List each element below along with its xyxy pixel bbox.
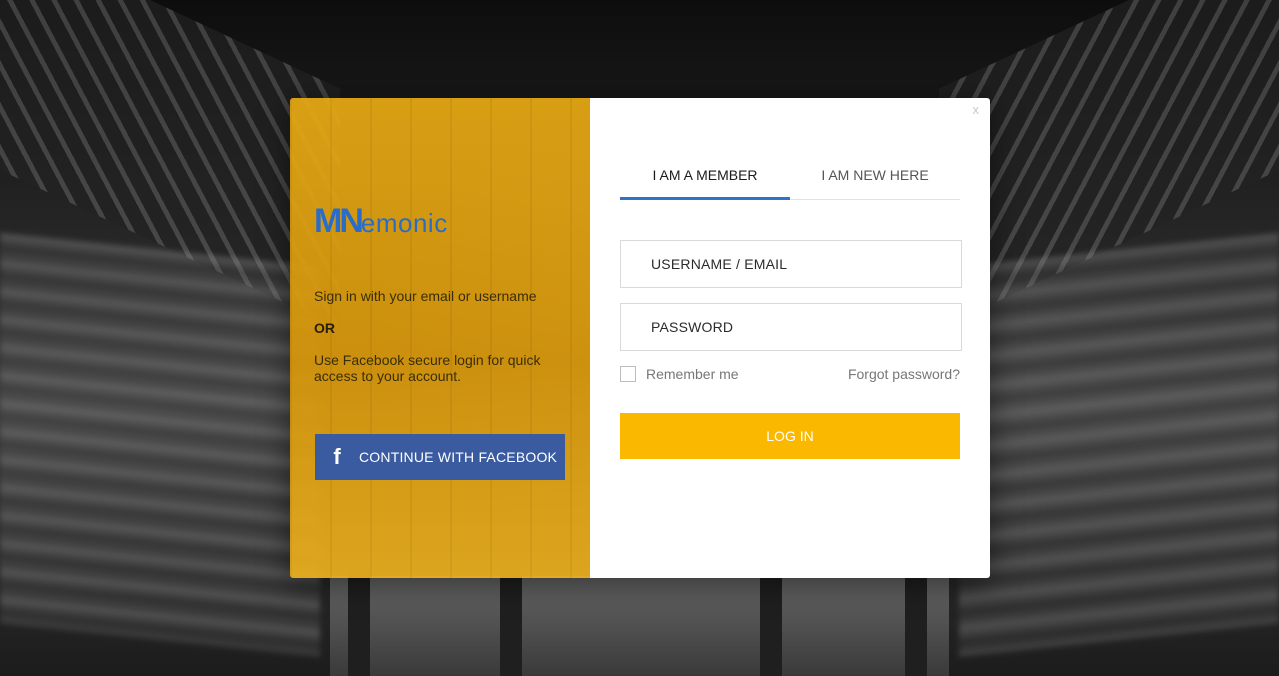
background-pillar — [500, 566, 522, 676]
tab-new-here[interactable]: I AM NEW HERE — [790, 160, 960, 199]
background-train-right — [959, 233, 1279, 657]
forgot-password-link[interactable]: Forgot password? — [848, 366, 960, 382]
login-form-panel: x I AM A MEMBER I AM NEW HERE Remember m… — [590, 98, 990, 578]
or-separator: OR — [314, 320, 335, 336]
auth-tabs: I AM A MEMBER I AM NEW HERE — [620, 160, 960, 200]
brand-logo: MN emonic — [314, 202, 448, 241]
password-input[interactable] — [620, 303, 962, 351]
background-pillar — [760, 566, 782, 676]
background-pillar — [348, 566, 370, 676]
background-platform — [330, 576, 949, 676]
logo-text: emonic — [360, 208, 448, 238]
close-button[interactable]: x — [973, 102, 980, 117]
background-pillar — [905, 566, 927, 676]
tab-member[interactable]: I AM A MEMBER — [620, 160, 790, 200]
login-button[interactable]: LOG IN — [620, 413, 960, 459]
facebook-login-button[interactable]: f CONTINUE WITH FACEBOOK — [315, 434, 565, 480]
remember-me[interactable]: Remember me — [620, 366, 739, 382]
facebook-description: Use Facebook secure login for quick acce… — [314, 352, 541, 384]
remember-label: Remember me — [646, 366, 739, 382]
info-panel: MN emonic Sign in with your email or use… — [290, 98, 590, 578]
background-train-left — [0, 233, 320, 657]
intro-text: Sign in with your email or username — [314, 288, 537, 304]
remember-checkbox[interactable] — [620, 366, 636, 382]
logo-mn: MN — [314, 202, 364, 240]
username-input[interactable] — [620, 240, 962, 288]
facebook-icon: f — [333, 444, 341, 469]
login-modal: MN emonic Sign in with your email or use… — [290, 98, 990, 578]
facebook-button-label: CONTINUE WITH FACEBOOK — [359, 449, 558, 465]
